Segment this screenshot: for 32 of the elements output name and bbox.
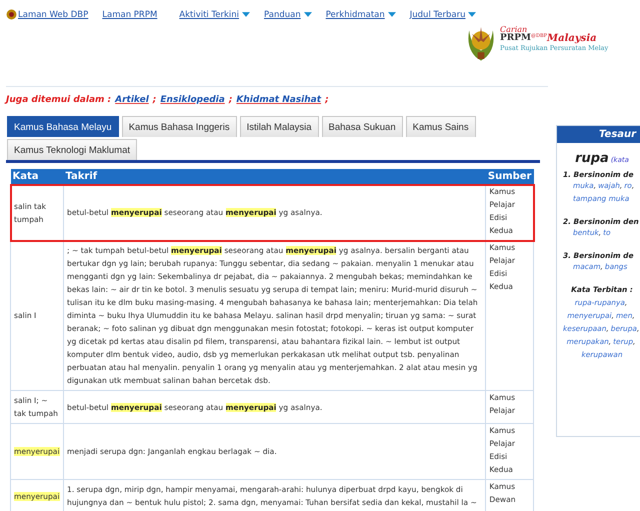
nav-link[interactable]: Perkhidmatan (326, 10, 396, 20)
caret-icon (468, 12, 476, 17)
logo-malaysia-text: Malaysia (547, 34, 597, 44)
dictionary-tab[interactable]: Kamus Sains (406, 116, 476, 137)
dictionary-tab[interactable]: Bahasa Sukuan (322, 116, 403, 137)
caret-icon (304, 12, 312, 17)
also-found-link[interactable]: Khidmat Nasihat (236, 94, 322, 104)
logo-carian-text: Carian (500, 26, 528, 34)
panel-title: Tesaur (557, 126, 640, 143)
nav-link[interactable]: Judul Terbaru (410, 10, 476, 20)
separator-text: ; (152, 94, 156, 104)
also-found-label: Juga ditemui dalam : (6, 94, 112, 104)
logo-prpm-text: PRPM (500, 34, 531, 43)
separator-text: ; (228, 94, 232, 104)
headword: rupa (575, 151, 609, 166)
separator-text: ; (325, 94, 329, 104)
nav-link[interactable]: Laman PRPM (102, 10, 158, 20)
caret-icon (242, 12, 250, 17)
dictionary-tab[interactable]: Kamus Bahasa Melayu (7, 116, 119, 137)
column-header: Takrif (64, 169, 486, 184)
also-found-link[interactable]: Ensiklopedia (160, 94, 225, 104)
column-header: Sumber (486, 169, 534, 184)
column-header: Kata (10, 169, 64, 184)
emblem-icon (6, 9, 17, 20)
nav-link[interactable]: Panduan (264, 10, 312, 20)
nav-link[interactable]: Laman Web DBP (18, 10, 88, 20)
caret-icon (388, 12, 396, 17)
dictionary-tab[interactable]: Istilah Malaysia (240, 116, 319, 137)
also-found-link[interactable]: Artikel (115, 94, 149, 104)
dictionary-tab[interactable]: Kamus Bahasa Inggeris (122, 116, 237, 137)
nav-link[interactable]: Aktiviti Terkini (179, 10, 250, 20)
dictionary-tab[interactable]: Kamus Teknologi Maklumat (7, 139, 137, 160)
